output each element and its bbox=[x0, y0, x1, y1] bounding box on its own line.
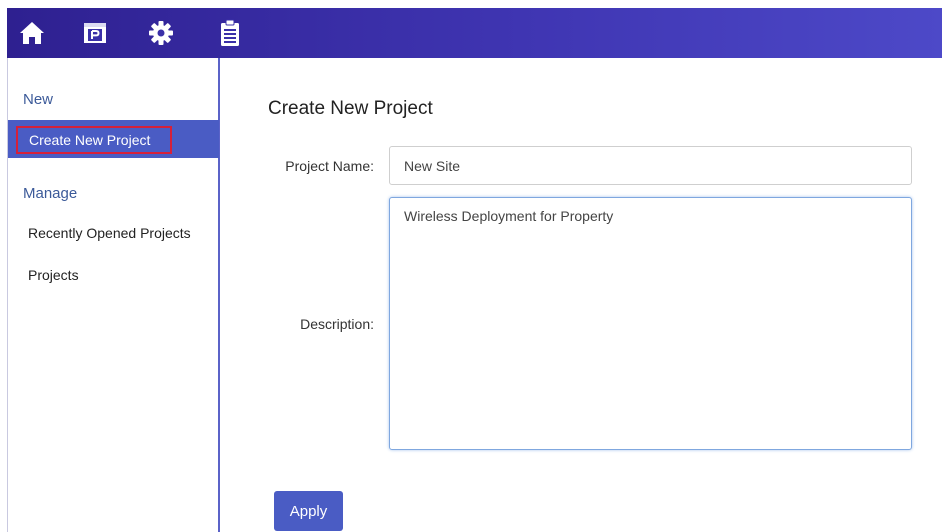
sidebar-item-label: Create New Project bbox=[29, 132, 151, 148]
sidebar-heading-new: New bbox=[23, 91, 54, 108]
project-icon[interactable] bbox=[83, 8, 107, 58]
description-label: Description: bbox=[300, 316, 374, 332]
gear-icon[interactable] bbox=[148, 8, 174, 58]
sidebar-item-projects[interactable]: Projects bbox=[8, 256, 219, 294]
project-name-input[interactable] bbox=[389, 146, 912, 185]
sidebar-item-recently-opened-projects[interactable]: Recently Opened Projects bbox=[8, 214, 219, 252]
page-title: Create New Project bbox=[268, 98, 433, 119]
sidebar-item-label: Projects bbox=[28, 267, 79, 283]
description-textarea[interactable]: Wireless Deployment for Property bbox=[389, 197, 912, 450]
sidebar-item-label: Recently Opened Projects bbox=[28, 225, 191, 241]
home-icon[interactable] bbox=[19, 8, 45, 58]
sidebar-item-create-new-project[interactable]: Create New Project bbox=[8, 120, 219, 158]
sidebar-item-highlight: Create New Project bbox=[16, 126, 172, 154]
clipboard-icon[interactable] bbox=[219, 8, 241, 58]
project-name-label: Project Name: bbox=[285, 158, 374, 174]
sidebar-heading-manage: Manage bbox=[23, 185, 78, 202]
apply-button[interactable]: Apply bbox=[274, 491, 343, 531]
sidebar: New Create New Project Manage Recently O… bbox=[7, 58, 220, 532]
top-toolbar bbox=[7, 8, 942, 58]
